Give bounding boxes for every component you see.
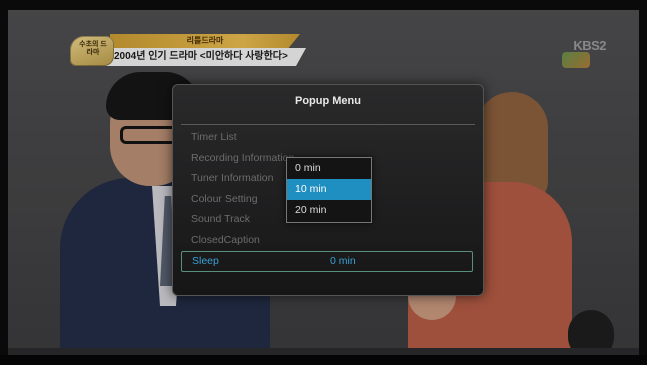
menu-item-label: Recording Information [191, 151, 295, 164]
menu-item-closed-caption[interactable]: ClosedCaption [181, 230, 473, 251]
menu-item-label: Colour Setting [191, 192, 258, 205]
menu-item-label: Timer List [191, 131, 237, 143]
popup-title: Popup Menu [295, 95, 361, 107]
menu-item-label: Tuner Information [191, 172, 274, 184]
popup-divider [181, 124, 475, 125]
tv-screen: 리틀드라마 2004년 인기 드라마 <미안하다 사랑한다> 수초의 드라마 K… [0, 0, 647, 365]
menu-item-label: ClosedCaption [191, 233, 260, 246]
menu-item-sleep[interactable]: Sleep 0 min [181, 251, 473, 272]
menu-item-label: Sleep [192, 255, 219, 267]
menu-item-label: Sound Track [191, 213, 250, 225]
bottom-letterbox [0, 355, 647, 365]
sleep-option-0-min[interactable]: 0 min [287, 158, 371, 179]
sleep-options-dropdown: 0 min 10 min 20 min [286, 157, 372, 223]
sleep-option-20-min[interactable]: 20 min [287, 200, 371, 221]
sleep-value: 0 min [330, 255, 356, 267]
sleep-option-10-min[interactable]: 10 min [287, 179, 371, 200]
menu-item-timer-list[interactable]: Timer List [181, 127, 473, 148]
